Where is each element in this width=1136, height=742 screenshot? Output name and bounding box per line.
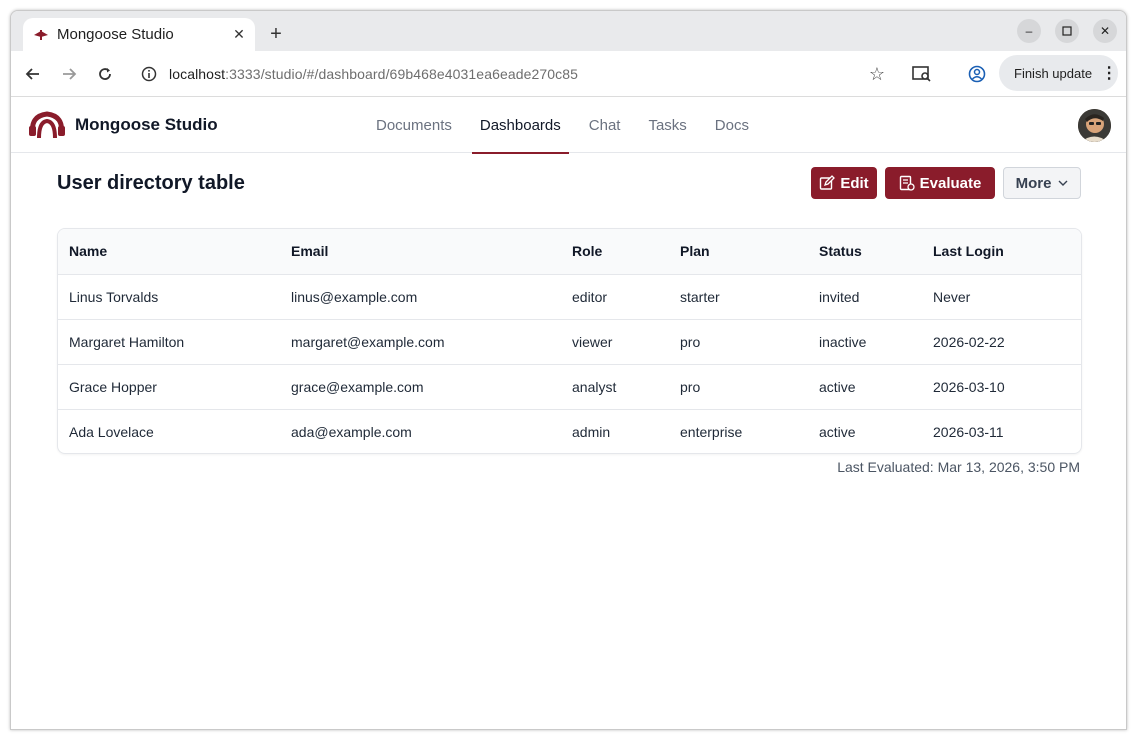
cell-name: Linus Torvalds xyxy=(58,274,280,320)
cell-plan: enterprise xyxy=(680,423,743,440)
chevron-down-icon xyxy=(1058,180,1068,186)
menu-dots-icon: ⋮ xyxy=(1101,65,1118,82)
cell-plan: pro xyxy=(669,364,808,410)
user-avatar[interactable] xyxy=(1078,109,1111,142)
more-label: More xyxy=(1015,174,1052,192)
cell-last-login: 2026-02-22 xyxy=(922,319,1081,365)
cell-role: analyst xyxy=(561,364,669,410)
cell-last-login: 2026-03-11 xyxy=(933,423,1004,440)
tab-title: Mongoose Studio xyxy=(57,26,174,43)
maximize-icon[interactable] xyxy=(1055,19,1079,43)
cell-email: margaret@example.com xyxy=(280,319,561,365)
last-evaluated-text: Last Evaluated: Mar 13, 2026, 3:50 PM xyxy=(837,459,1080,475)
close-tab-icon[interactable]: ✕ xyxy=(229,25,249,45)
edit-label: Edit xyxy=(840,174,869,192)
close-window-icon[interactable]: ✕ xyxy=(1093,19,1117,43)
cell-status: invited xyxy=(808,274,922,320)
cell-name: Ada Lovelace xyxy=(69,423,154,440)
column-header: Plan xyxy=(669,229,808,275)
cell-last-login: 2026-03-10 xyxy=(922,364,1081,410)
app-header: Mongoose Studio Documents Dashboards Cha… xyxy=(11,98,1126,154)
cell-name: Grace Hopper xyxy=(58,364,280,410)
back-icon[interactable] xyxy=(21,62,45,86)
forward-icon[interactable] xyxy=(57,62,81,86)
url-host: localhost xyxy=(169,66,226,82)
address-bar[interactable]: localhost:3333/studio/#/dashboard/69b468… xyxy=(131,57,895,91)
minimize-icon[interactable]: – xyxy=(1017,19,1041,43)
column-header: Last Login xyxy=(922,229,1081,275)
cell-plan: starter xyxy=(669,274,808,320)
cell-name: Margaret Hamilton xyxy=(58,319,280,365)
evaluate-label: Evaluate xyxy=(919,174,982,192)
evaluate-button[interactable]: Evaluate xyxy=(885,167,995,199)
nav-dashboards[interactable]: Dashboards xyxy=(470,98,571,154)
mongoose-favicon-icon xyxy=(33,27,49,43)
cell-status: active xyxy=(808,364,922,410)
edit-button[interactable]: Edit xyxy=(811,167,877,199)
browser-tab[interactable]: Mongoose Studio ✕ xyxy=(23,18,255,51)
cell-role: editor xyxy=(561,274,669,320)
table-row: Margaret Hamilton margaret@example.com v… xyxy=(58,319,1081,365)
main-nav: Documents Dashboards Chat Tasks Docs xyxy=(366,98,767,154)
reload-icon[interactable] xyxy=(93,62,117,86)
table-header-row: Name Email Role Plan Status Last Login xyxy=(58,229,1081,275)
column-header: Name xyxy=(58,229,280,275)
profile-icon[interactable] xyxy=(966,63,988,85)
cell-role: viewer xyxy=(561,319,669,365)
cell-last-login: Never xyxy=(922,274,1081,320)
edit-icon xyxy=(820,175,836,190)
cell-role: admin xyxy=(572,423,611,440)
cell-status: active xyxy=(819,423,856,440)
cell-email: linus@example.com xyxy=(280,274,561,320)
more-button[interactable]: More xyxy=(1003,167,1081,199)
finish-update-button[interactable]: Finish update ⋮ xyxy=(999,55,1118,91)
page-title: User directory table xyxy=(57,172,245,194)
table-row: Ada Lovelace ada@example.com admin enter… xyxy=(58,409,1081,453)
brand-name[interactable]: Mongoose Studio xyxy=(75,115,218,135)
cell-status: inactive xyxy=(808,319,922,365)
nav-documents[interactable]: Documents xyxy=(366,98,462,153)
evaluate-icon xyxy=(899,175,915,191)
column-header: Email xyxy=(280,229,561,275)
cell-email: grace@example.com xyxy=(280,364,561,410)
bookmark-star-icon[interactable]: ☆ xyxy=(869,64,885,85)
user-table: Name Email Role Plan Status Last Login L… xyxy=(58,229,1081,453)
table-row: Grace Hopper grace@example.com analyst p… xyxy=(58,364,1081,410)
tab-strip: Mongoose Studio ✕ + – ✕ xyxy=(11,11,1126,51)
site-info-icon[interactable] xyxy=(139,64,159,84)
nav-docs[interactable]: Docs xyxy=(705,98,759,153)
browser-window: Mongoose Studio ✕ + – ✕ localhost:3333/s… xyxy=(10,10,1127,730)
url-path: :3333/studio/#/dashboard/69b468e4031ea6e… xyxy=(225,66,579,82)
nav-chat[interactable]: Chat xyxy=(579,98,631,153)
finish-update-label: Finish update xyxy=(1014,65,1093,81)
table-row: Linus Torvalds linus@example.com editor … xyxy=(58,274,1081,320)
column-header: Status xyxy=(808,229,922,275)
url-text: localhost:3333/studio/#/dashboard/69b468… xyxy=(169,66,578,82)
cell-email: ada@example.com xyxy=(291,423,412,440)
column-header: Role xyxy=(561,229,669,275)
mongoose-logo-icon[interactable] xyxy=(27,108,67,140)
nav-tasks[interactable]: Tasks xyxy=(638,98,696,153)
user-table-card: Name Email Role Plan Status Last Login L… xyxy=(57,228,1082,454)
browser-toolbar: localhost:3333/studio/#/dashboard/69b468… xyxy=(11,51,1126,97)
new-tab-icon[interactable]: + xyxy=(263,21,289,47)
cell-plan: pro xyxy=(669,319,808,365)
tab-search-icon[interactable] xyxy=(911,63,933,85)
